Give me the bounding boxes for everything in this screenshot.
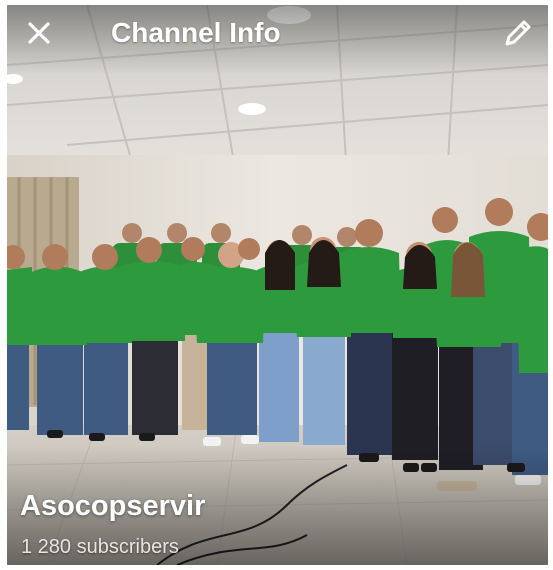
pencil-icon [505,20,531,46]
close-button[interactable] [21,15,57,51]
channel-name: Asocopservir [20,490,206,522]
close-icon [28,22,50,44]
page-title: Channel Info [111,17,281,48]
channel-info-screen: Channel Info Asocopservir 1 280 subscrib… [0,0,553,570]
header-bar: Channel Info [7,5,548,61]
edit-button[interactable] [498,13,538,53]
subscriber-count: 1 280 subscribers [21,536,179,558]
